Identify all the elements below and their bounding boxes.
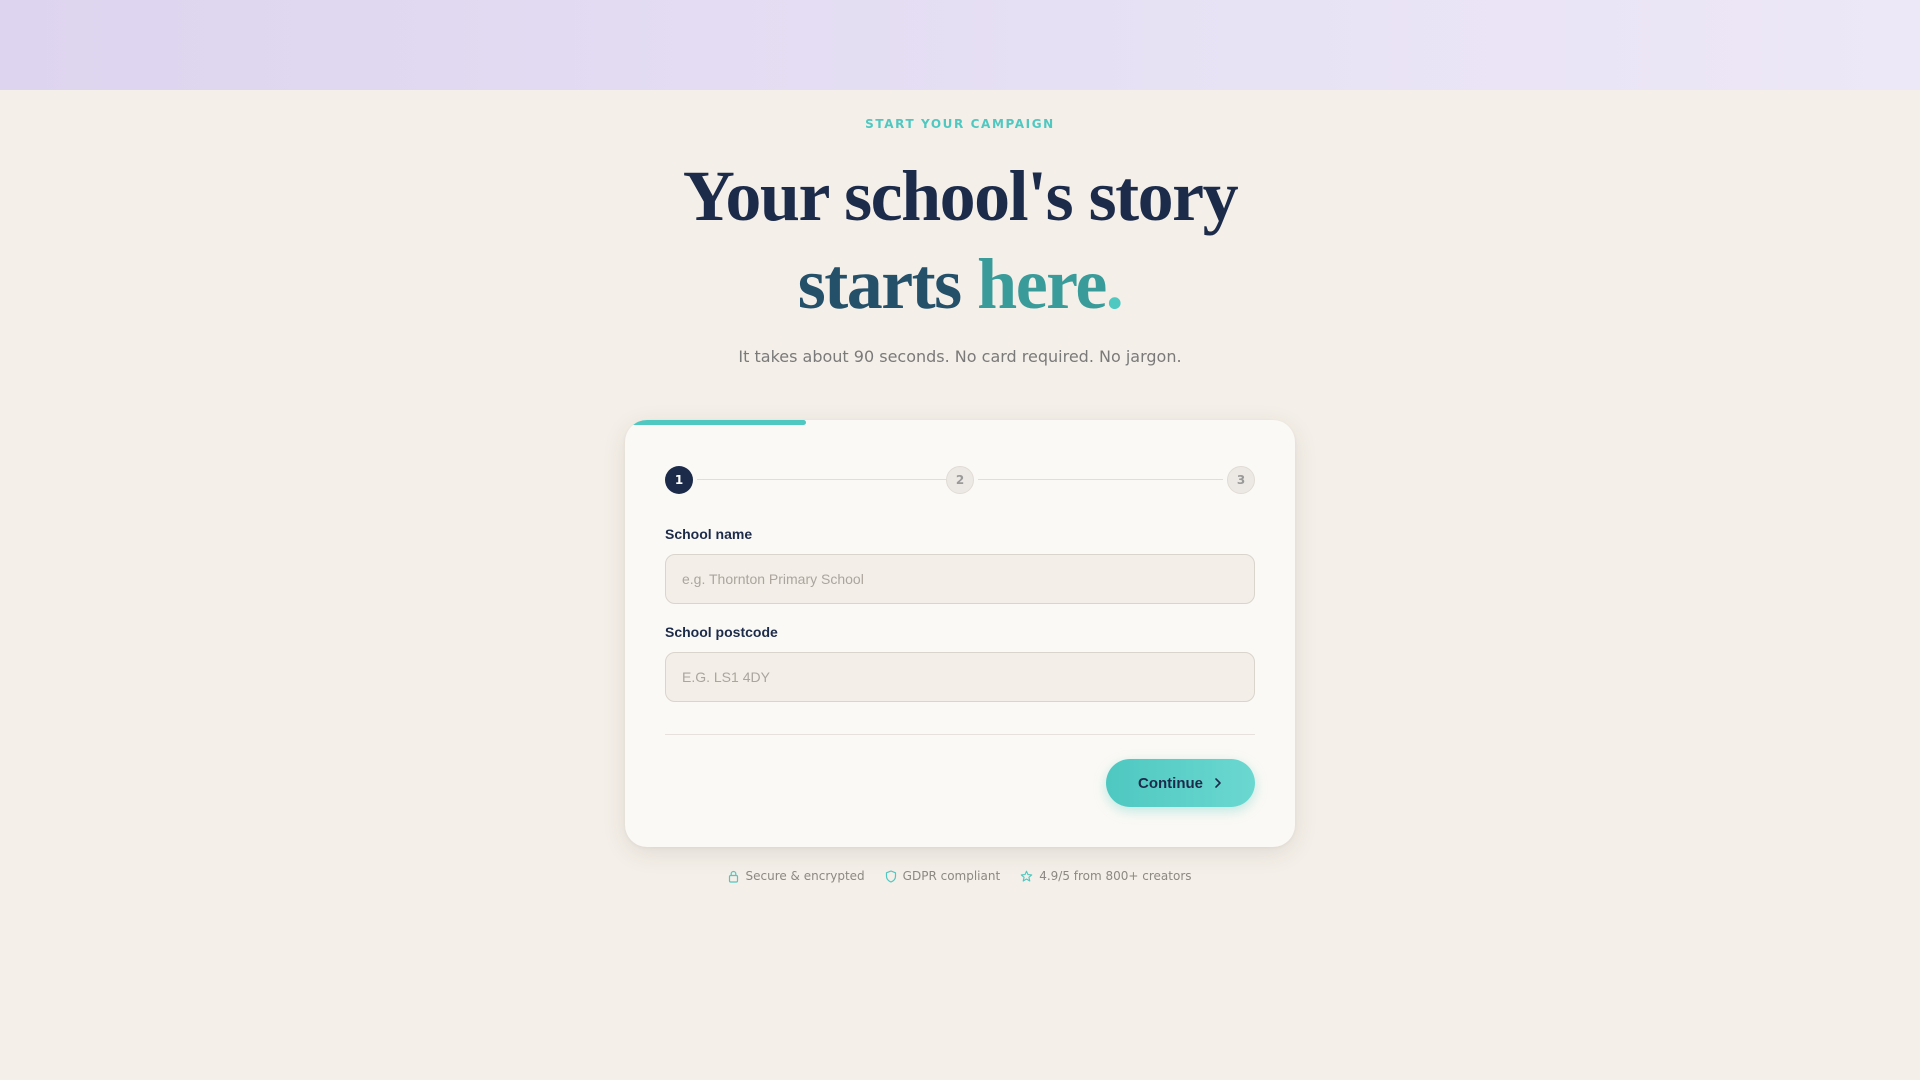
continue-button-label: Continue [1138, 774, 1203, 792]
trust-gdpr-label: GDPR compliant [902, 869, 1001, 883]
top-banner [0, 0, 1920, 90]
school-postcode-label: School postcode [665, 624, 778, 640]
headline-starts: starts [797, 244, 962, 324]
trust-gdpr: GDPR compliant [885, 869, 1001, 883]
progress-bar [625, 420, 1295, 425]
headline-line-2: starts here. [0, 240, 1920, 328]
trust-secure: Secure & encrypted [728, 869, 865, 883]
chevron-right-icon [1215, 778, 1221, 788]
trust-rating-label: 4.9/5 from 800+ creators [1039, 869, 1192, 883]
step-2: 2 [946, 466, 974, 494]
continue-button[interactable]: Continue [1106, 759, 1255, 807]
step-1: 1 [665, 466, 693, 494]
school-name-input[interactable] [665, 554, 1255, 604]
step-3: 3 [1227, 466, 1255, 494]
stepper: 1 2 3 [665, 466, 1255, 494]
headline-dot: . [1105, 244, 1124, 324]
eyebrow-label: START YOUR CAMPAIGN [865, 117, 1055, 131]
school-postcode-input[interactable] [665, 652, 1255, 702]
school-name-label: School name [665, 526, 753, 542]
headline-here: here [977, 244, 1107, 324]
headline-line-1: Your school's story [682, 156, 1239, 236]
progress-fill [625, 420, 806, 425]
divider [665, 734, 1255, 735]
shield-icon [885, 869, 896, 883]
trust-rating: 4.9/5 from 800+ creators [1020, 869, 1192, 883]
signup-card: 1 2 3 School name School postcode Contin… [625, 420, 1295, 847]
step-connector [978, 479, 1223, 480]
lock-icon [729, 870, 739, 883]
step-connector [697, 479, 946, 480]
star-icon [1020, 870, 1033, 882]
page-title: Your school's story starts here. [0, 152, 1920, 328]
trust-row: Secure & encrypted GDPR compliant 4.9/5 … [0, 869, 1920, 883]
subtitle: It takes about 90 seconds. No card requi… [738, 347, 1182, 366]
trust-secure-label: Secure & encrypted [745, 869, 865, 883]
